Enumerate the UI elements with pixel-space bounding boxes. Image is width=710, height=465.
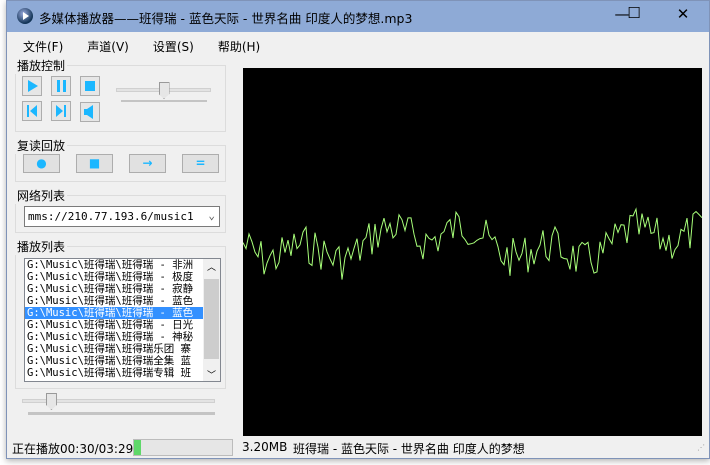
previous-button[interactable] — [22, 101, 42, 121]
main-window: 多媒体播放器——班得瑞 - 蓝色天际 - 世界名曲 印度人的梦想.mp3 — ☐… — [6, 0, 710, 459]
close-button[interactable]: ✕ — [668, 3, 698, 27]
stop-button[interactable] — [80, 76, 100, 96]
menu-file[interactable]: 文件(F) — [7, 35, 71, 55]
app-icon — [17, 8, 33, 24]
progress-fill — [134, 440, 141, 455]
seek-scale — [28, 412, 215, 415]
repeat-loop-button[interactable]: = — [182, 154, 219, 173]
network-url-dropdown[interactable]: mms://210.77.193.6/music1 ⌄ — [24, 206, 220, 227]
repeat-label: 复读回放 — [15, 137, 68, 154]
playlist-item[interactable]: G:\Music\班得瑞\班得瑞全集 蓝 — [25, 355, 203, 367]
repeat-stop-button[interactable]: ■ — [76, 154, 113, 173]
playlist-label: 播放列表 — [15, 238, 68, 255]
playlist-item[interactable]: G:\Music\班得瑞\班得瑞 - 极度 — [25, 271, 203, 283]
playlist-item[interactable]: G:\Music\班得瑞\班得瑞 - 日光 — [25, 319, 203, 331]
chevron-down-icon: ⌄ — [208, 209, 215, 222]
repeat-forward-button[interactable]: → — [129, 154, 166, 173]
menu-channel[interactable]: 声道(V) — [71, 35, 137, 55]
repeat-record-button[interactable]: ● — [23, 154, 60, 173]
network-url-value: mms://210.77.193.6/music1 — [28, 210, 194, 223]
next-button[interactable] — [51, 101, 71, 121]
menu-settings[interactable]: 设置(S) — [137, 35, 202, 55]
seek-slider-thumb[interactable] — [45, 393, 57, 410]
visualization-panel — [242, 68, 703, 436]
menu-bar: 文件(F) 声道(V) 设置(S) 帮助(H) — [7, 35, 268, 55]
waveform — [242, 207, 703, 280]
playlist-scrollbar[interactable]: ︿ ﹀ — [203, 259, 220, 381]
playlist-item[interactable]: G:\Music\班得瑞\班得瑞 - 非洲 — [25, 259, 203, 271]
playlist-item[interactable]: G:\Music\班得瑞\班得瑞 - 神秘 — [25, 331, 203, 343]
resize-grip-icon[interactable]: ⋰ — [697, 443, 705, 452]
playlist-item[interactable]: G:\Music\班得瑞\班得瑞 - 寂静 — [25, 283, 203, 295]
scrollbar-thumb[interactable] — [204, 279, 219, 359]
pause-button[interactable] — [51, 76, 71, 96]
menu-help[interactable]: 帮助(H) — [202, 35, 268, 55]
playback-label: 播放控制 — [15, 57, 68, 74]
playlist-item[interactable]: G:\Music\班得瑞\班得瑞 - 蓝色 — [25, 307, 203, 319]
playing-time: 正在播放00:30/03:29 — [12, 442, 134, 456]
playlist-item[interactable]: G:\Music\班得瑞\班得瑞乐团 寨 — [25, 343, 203, 355]
track-name: 班得瑞 - 蓝色天际 - 世界名曲 印度人的梦想 — [293, 442, 525, 456]
title-bar: 多媒体播放器——班得瑞 - 蓝色天际 - 世界名曲 印度人的梦想.mp3 — ☐… — [7, 1, 709, 32]
window-title: 多媒体播放器——班得瑞 - 蓝色天际 - 世界名曲 印度人的梦想.mp3 — [39, 11, 413, 26]
maximize-button[interactable]: ☐ — [619, 2, 649, 26]
playlist-item[interactable]: G:\Music\班得瑞\班得瑞 - 蓝色 — [25, 295, 203, 307]
network-label: 网络列表 — [15, 187, 68, 204]
volume-scale — [121, 100, 207, 102]
playback-group — [15, 65, 226, 132]
file-size: 3.20MB — [242, 440, 288, 454]
playlist-listbox[interactable]: G:\Music\班得瑞\班得瑞 - 非洲 G:\Music\班得瑞\班得瑞 - … — [24, 258, 221, 382]
status-bar: 正在播放00:30/03:29 3.20MB 班得瑞 - 蓝色天际 - 世界名曲… — [7, 437, 709, 459]
playlist-item[interactable]: G:\Music\班得瑞\班得瑞专辑 班 — [25, 367, 203, 379]
progress-bar — [133, 439, 233, 456]
mute-icon[interactable] — [80, 102, 100, 122]
scroll-up-icon[interactable]: ︿ — [203, 259, 220, 277]
scroll-down-icon[interactable]: ﹀ — [203, 368, 220, 381]
play-button[interactable] — [22, 76, 42, 96]
